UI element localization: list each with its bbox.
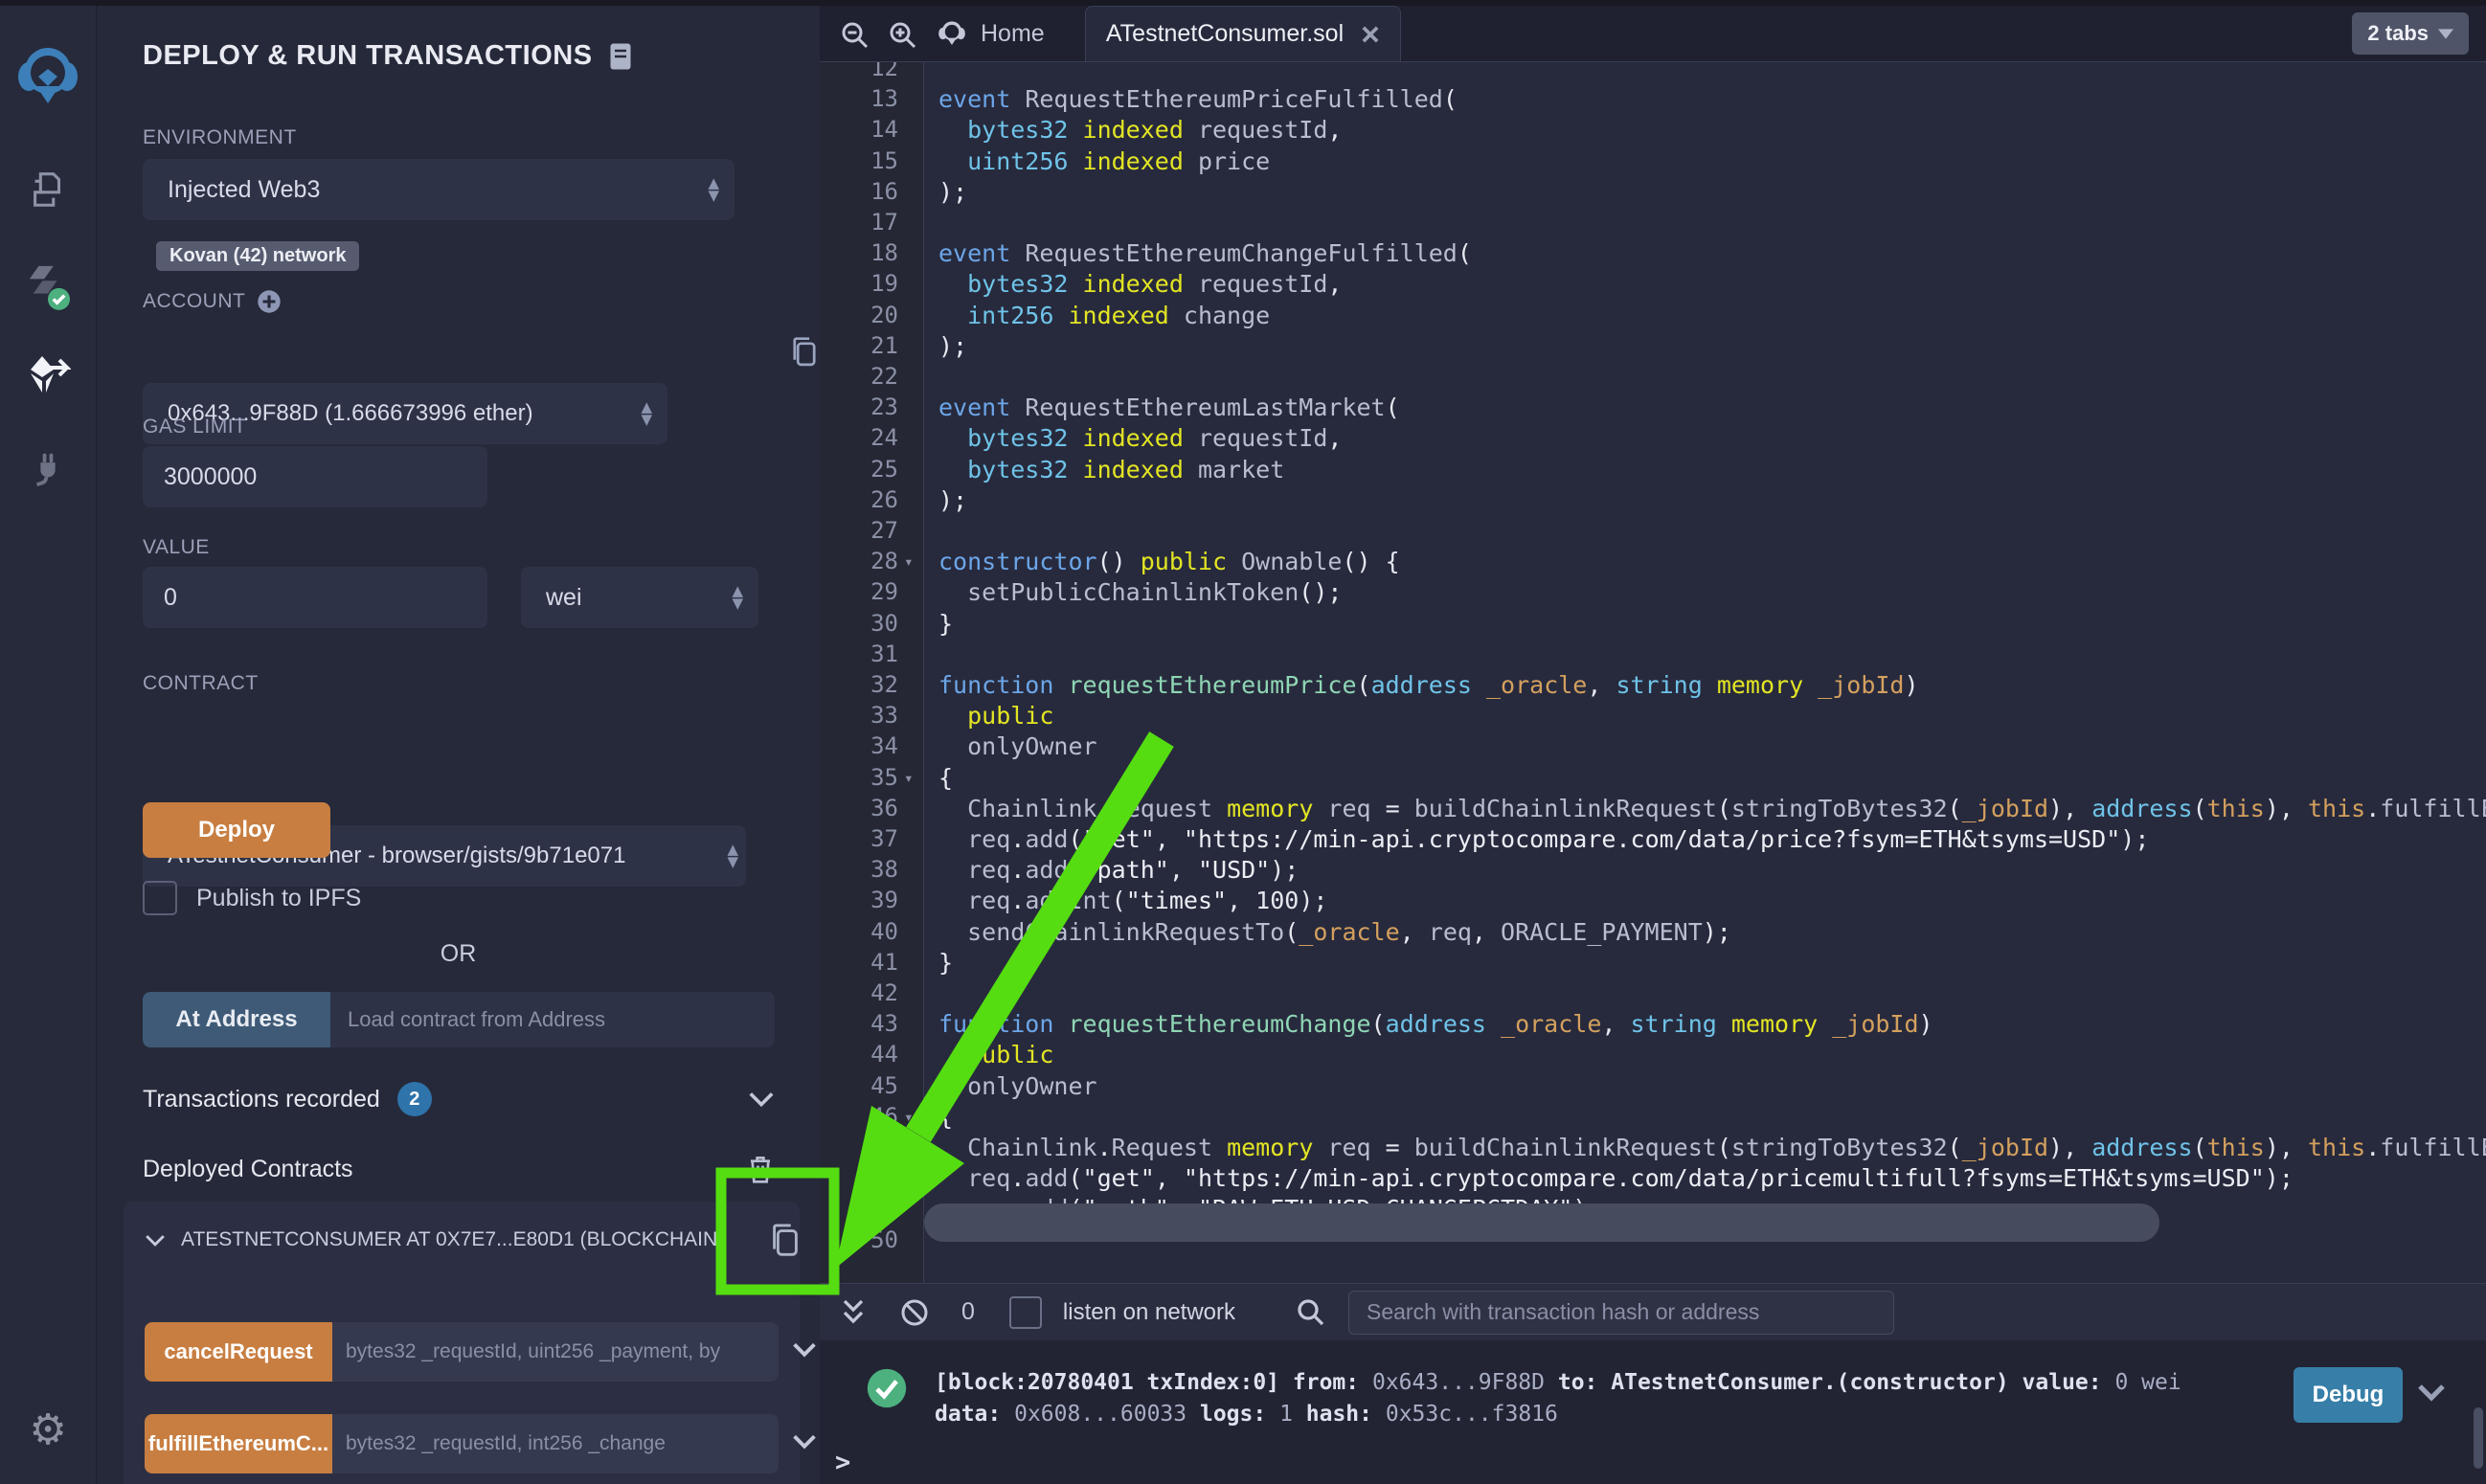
terminal-search-input[interactable]: Search with transaction hash or address <box>1348 1291 1894 1335</box>
function-row-cancel-request: cancelRequest bytes32 _requestId, uint25… <box>145 1322 779 1382</box>
editor-region: Home ATestnetConsumer.sol 2 tabs 1213eve… <box>820 6 2486 1484</box>
close-tab-icon[interactable] <box>1361 25 1380 44</box>
terminal-prompt[interactable]: > <box>835 1448 850 1477</box>
cancel-request-args-input[interactable]: bytes32 _requestId, uint256 _payment, by <box>332 1322 779 1382</box>
deploy-run-icon[interactable] <box>0 352 96 398</box>
cancel-request-button[interactable]: cancelRequest <box>145 1322 332 1382</box>
select-caret-icon: ▲▼ <box>732 585 743 610</box>
search-icon <box>1297 1298 1325 1327</box>
caret-down-icon <box>2438 29 2453 39</box>
deploy-run-panel: DEPLOY & RUN TRANSACTIONS ENVIRONMENT In… <box>97 6 820 1484</box>
network-badge: Kovan (42) network <box>156 241 359 271</box>
debug-button[interactable]: Debug <box>2294 1367 2403 1423</box>
listen-network-checkbox[interactable] <box>1009 1296 1042 1329</box>
gas-limit-input[interactable]: 3000000 <box>143 446 487 507</box>
tab-atestnetconsumer[interactable]: ATestnetConsumer.sol <box>1085 6 1401 61</box>
collapse-terminal-icon[interactable] <box>841 1298 866 1327</box>
terminal: 0 listen on network Search with transact… <box>820 1283 2486 1484</box>
file-explorer-icon[interactable] <box>0 167 96 211</box>
gas-limit-label: GAS LIMIT <box>143 416 246 438</box>
at-address-input[interactable]: Load contract from Address <box>330 992 775 1047</box>
fulfill-ethereum-change-args-input[interactable]: bytes32 _requestId, int256 _change <box>332 1414 779 1473</box>
code-viewport[interactable]: 1213event RequestEthereumPriceFulfilled(… <box>820 62 2486 1283</box>
at-address-button[interactable]: At Address <box>143 992 330 1047</box>
copy-contract-icon[interactable] <box>767 1221 803 1263</box>
horizontal-scrollbar-thumb[interactable] <box>924 1203 2159 1242</box>
plugin-manager-icon[interactable] <box>0 444 96 488</box>
or-label: OR <box>97 940 820 968</box>
doc-icon[interactable] <box>608 42 633 71</box>
zoom-in-icon[interactable] <box>889 21 917 50</box>
transactions-chevron-icon[interactable] <box>748 1091 775 1108</box>
environment-select[interactable]: Injected Web3 ▲▼ <box>143 159 734 220</box>
tx-log-line2[interactable]: data: 0x608...60033 logs: 1 hash: 0x53c.… <box>935 1399 1558 1430</box>
contract-label: CONTRACT <box>143 672 259 695</box>
environment-label: ENVIRONMENT <box>143 126 297 149</box>
tx-log-line1[interactable]: [block:20780401 txIndex:0] from: 0x643..… <box>935 1367 2181 1399</box>
function-row-fulfill-change: fulfillEthereumC... bytes32 _requestId, … <box>145 1414 779 1473</box>
expand-fn2-chevron-icon[interactable] <box>792 1433 817 1450</box>
value-label: VALUE <box>143 536 210 559</box>
deployed-contract-card: ATESTNETCONSUMER AT 0X7E7...E80D1 (BLOCK… <box>124 1202 800 1484</box>
transactions-count-badge: 2 <box>397 1082 432 1116</box>
deployed-contracts-label: Deployed Contracts <box>143 1156 353 1183</box>
settings-gear-icon[interactable]: ⚙ <box>0 1405 96 1454</box>
expand-fn1-chevron-icon[interactable] <box>792 1341 817 1358</box>
copy-account-icon[interactable] <box>788 335 821 371</box>
tabs-count-button[interactable]: 2 tabs <box>2352 12 2469 55</box>
account-label: ACCOUNT <box>143 290 245 313</box>
listen-network-label: listen on network <box>1063 1299 1235 1326</box>
tx-expand-chevron-icon[interactable] <box>2417 1383 2446 1402</box>
publish-ipfs-label: Publish to IPFS <box>196 885 361 912</box>
solidity-compiler-icon[interactable] <box>0 262 96 310</box>
icon-sidebar: ⚙ <box>0 6 97 1484</box>
terminal-scrollbar-thumb[interactable] <box>2474 1407 2483 1469</box>
editor-tabbar: Home ATestnetConsumer.sol 2 tabs <box>820 6 2486 62</box>
panel-title: DEPLOY & RUN TRANSACTIONS <box>143 40 593 72</box>
add-account-icon[interactable] <box>257 289 282 314</box>
clear-console-icon[interactable] <box>900 1298 929 1327</box>
remix-ide-window: ⚙ DEPLOY & RUN TRANSACTIONS ENVIRONMENT … <box>0 0 2486 1484</box>
home-remix-icon <box>937 18 967 49</box>
chevron-down-icon <box>145 1233 166 1248</box>
zoom-out-icon[interactable] <box>841 21 870 50</box>
deploy-button[interactable]: Deploy <box>143 802 330 858</box>
tx-success-icon <box>866 1367 908 1414</box>
contract-card-header[interactable]: ATESTNETCONSUMER AT 0X7E7...E80D1 (BLOCK… <box>145 1228 719 1251</box>
fulfill-ethereum-change-button[interactable]: fulfillEthereumC... <box>145 1414 332 1473</box>
value-unit-select[interactable]: wei ▲▼ <box>521 567 758 628</box>
remix-logo-icon[interactable] <box>0 44 96 105</box>
select-caret-icon: ▲▼ <box>641 401 652 426</box>
select-caret-icon: ▲▼ <box>708 177 719 202</box>
select-caret-icon: ▲▼ <box>727 843 738 868</box>
pending-tx-count: 0 <box>961 1298 975 1326</box>
tab-home[interactable]: Home <box>937 6 1045 61</box>
transactions-recorded-label: Transactions recorded <box>143 1086 380 1113</box>
value-input[interactable]: 0 <box>143 567 487 628</box>
publish-ipfs-checkbox[interactable] <box>143 881 177 915</box>
window-top-edge <box>0 0 2486 6</box>
trash-icon[interactable] <box>746 1153 775 1185</box>
terminal-toolbar: 0 listen on network Search with transact… <box>820 1283 2486 1340</box>
